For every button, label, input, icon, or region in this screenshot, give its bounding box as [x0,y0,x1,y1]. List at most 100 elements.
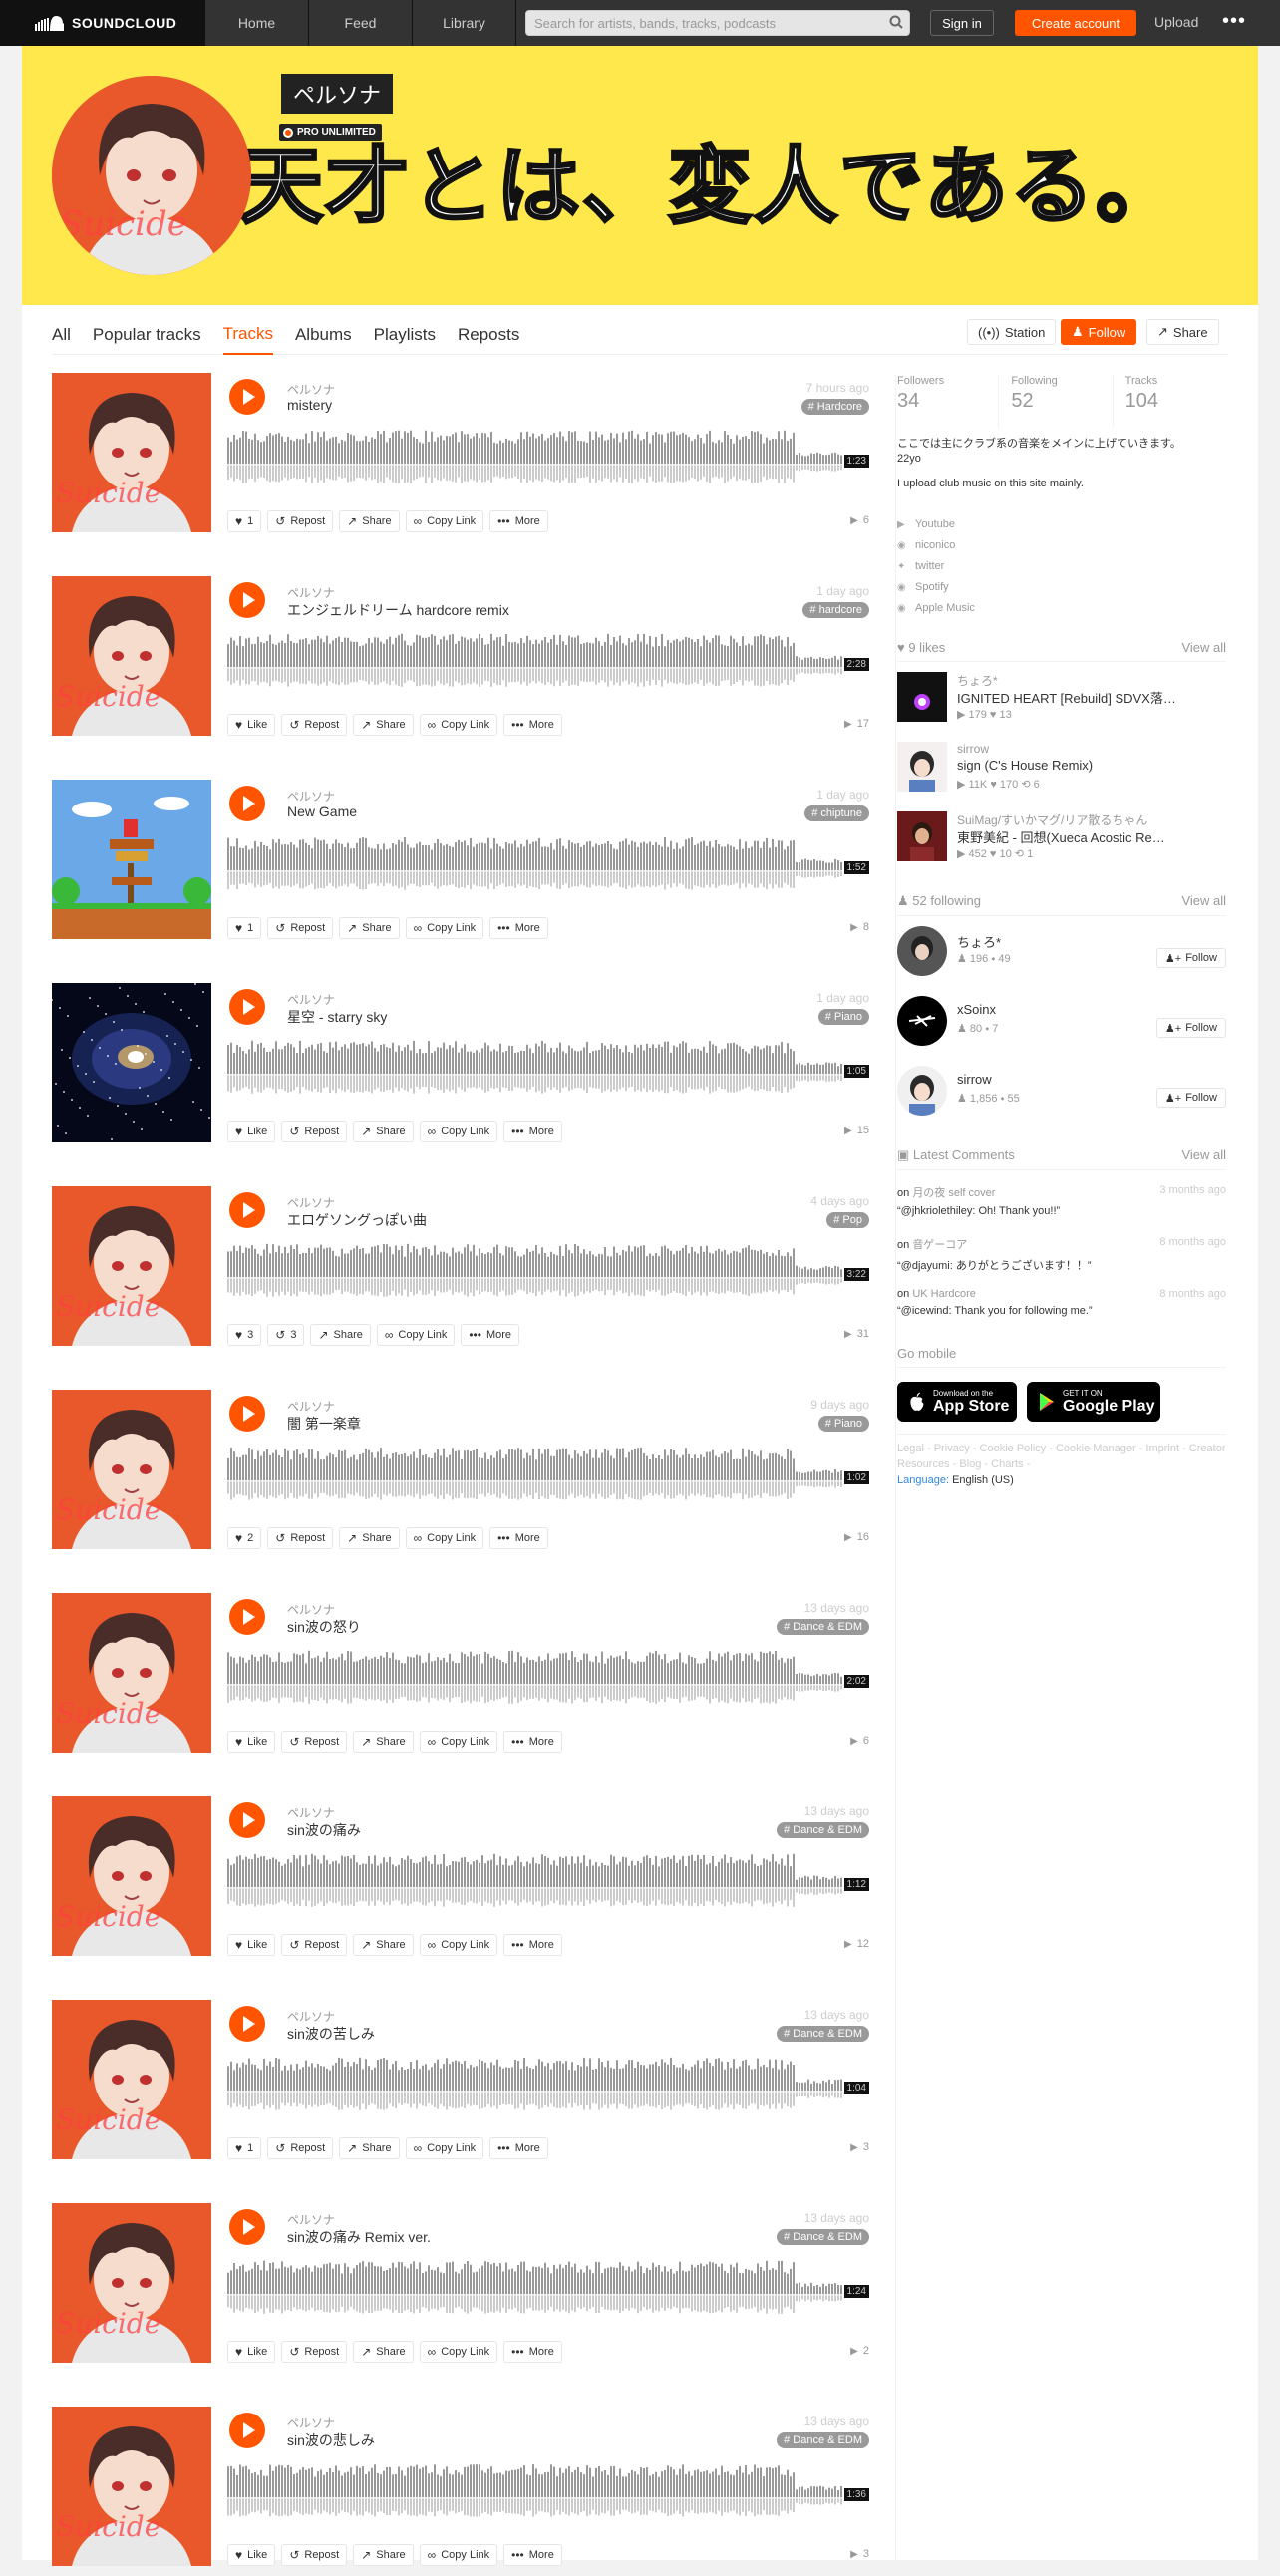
like-button[interactable]: ♥1 [227,510,261,532]
play-button[interactable] [229,2209,265,2245]
copy-link-button[interactable]: ∞Copy Link [420,1934,497,1956]
comment-track-link[interactable]: 月の夜 self cover [912,1187,995,1199]
genre-tag[interactable]: # Dance & EDM [777,2432,869,2448]
likes-view-all-link[interactable]: View all [1181,640,1226,655]
track-artist[interactable]: ペルソナ [287,584,335,601]
share-button[interactable]: ↗Share [353,1121,413,1142]
repost-button[interactable]: ↺Repost [281,2544,347,2566]
share-button[interactable]: ↗Share [353,2544,413,2566]
genre-tag[interactable]: # hardcore [802,602,869,618]
soundcloud-logo[interactable]: SOUNDCLOUD [0,0,205,46]
genre-tag[interactable]: # Piano [818,1009,869,1025]
waveform[interactable] [227,630,869,690]
more-button[interactable]: •••More [503,714,562,736]
track-artwork[interactable]: Suicide [52,2407,211,2566]
track-artist[interactable]: ペルソナ [287,381,335,398]
track-title[interactable]: sin波の苦しみ [287,2024,375,2044]
liked-track[interactable]: sirrow sign (C's House Remix) ▶ 11K ♥ 17… [897,742,1226,802]
liked-track-user[interactable]: sirrow [957,742,989,756]
genre-tag[interactable]: # Dance & EDM [777,1619,869,1635]
search-icon[interactable] [889,15,903,29]
tab-popular-tracks[interactable]: Popular tracks [93,315,201,355]
app-store-badge[interactable]: Download on the App Store [897,1382,1017,1422]
like-button[interactable]: ♥Like [227,2544,275,2566]
share-button[interactable]: ↗Share [353,714,413,736]
link-apple-music[interactable]: ◉Apple Music [897,597,1226,618]
repost-button[interactable]: ↺Repost [281,2341,347,2363]
track-artwork[interactable]: Suicide [52,2000,211,2159]
repost-button[interactable]: ↺Repost [281,1121,347,1142]
tab-tracks[interactable]: Tracks [223,315,273,355]
more-button[interactable]: •••More [503,2341,562,2363]
track-title[interactable]: mistery [287,397,332,413]
link-youtube[interactable]: ▶Youtube [897,513,1226,534]
repost-button[interactable]: ↺Repost [267,917,333,939]
play-button[interactable] [229,1802,265,1838]
play-button[interactable] [229,2006,265,2042]
more-button[interactable]: •••More [461,1324,519,1346]
following-view-all-link[interactable]: View all [1181,893,1226,909]
track-artist[interactable]: ペルソナ [287,1804,335,1821]
share-button[interactable]: ↗Share [339,510,399,532]
play-button[interactable] [229,786,265,821]
following-user[interactable]: xSoinx ♟ 80 ⬩ 7 ♟+Follow [897,996,1226,1056]
track-artwork[interactable] [52,780,211,939]
repost-button[interactable]: ↺3 [267,1324,304,1346]
share-button[interactable]: ↗Share [353,1731,413,1753]
more-button[interactable]: •••More [489,917,548,939]
copy-link-button[interactable]: ∞Copy Link [406,917,483,939]
more-button[interactable]: •••More [503,1731,562,1753]
create-account-button[interactable]: Create account [1015,10,1136,36]
comment-track-link[interactable]: 音ゲーコア [912,1239,967,1251]
copy-link-button[interactable]: ∞Copy Link [420,1121,497,1142]
share-button[interactable]: ↗Share [339,1527,399,1549]
waveform[interactable] [227,2460,869,2520]
repost-button[interactable]: ↺Repost [281,714,347,736]
liked-track-user[interactable]: SuiMag/すいかマグ/リア散るちゃん [957,811,1147,828]
follow-user-button[interactable]: ♟+Follow [1156,1088,1226,1108]
station-button[interactable]: ((•))Station [967,319,1056,345]
genre-tag[interactable]: # Pop [826,1212,869,1228]
share-button[interactable]: ↗Share [310,1324,370,1346]
copy-link-button[interactable]: ∞Copy Link [420,2544,497,2566]
copy-link-button[interactable]: ∞Copy Link [406,1527,483,1549]
copy-link-button[interactable]: ∞Copy Link [377,1324,455,1346]
track-artist[interactable]: ペルソナ [287,788,335,805]
more-button[interactable]: •••More [503,1121,562,1142]
nav-feed[interactable]: Feed [309,0,413,46]
track-artist[interactable]: ペルソナ [287,1194,335,1211]
track-artist[interactable]: ペルソナ [287,2415,335,2431]
waveform[interactable] [227,1444,869,1503]
copy-link-button[interactable]: ∞Copy Link [406,510,483,532]
track-title[interactable]: sin波の怒り [287,1617,361,1637]
genre-tag[interactable]: # chiptune [804,805,869,821]
like-button[interactable]: ♥Like [227,1731,275,1753]
following-user-name[interactable]: sirrow [957,1072,992,1087]
repost-button[interactable]: ↺Repost [267,1527,333,1549]
more-button[interactable]: •••More [489,1527,548,1549]
search-input[interactable]: Search for artists, bands, tracks, podca… [525,10,910,36]
track-artwork[interactable] [52,983,211,1142]
track-artwork[interactable]: Suicide [52,1593,211,1753]
liked-track-title[interactable]: IGNITED HEART [Rebuild] SDVX落… [957,688,1226,707]
sign-in-button[interactable]: Sign in [930,10,994,36]
track-artwork[interactable]: Suicide [52,1390,211,1549]
stat-tracks[interactable]: Tracks104 [1114,375,1226,427]
like-button[interactable]: ♥Like [227,2341,275,2363]
liked-track-title[interactable]: 東野美紀 - 回想(Xueca Acostic Re… [957,827,1226,846]
like-button[interactable]: ♥Like [227,714,275,736]
track-artwork[interactable]: Suicide [52,373,211,532]
link-twitter[interactable]: ✦twitter [897,555,1226,576]
track-title[interactable]: sin波の痛み [287,1820,361,1840]
nav-home[interactable]: Home [205,0,309,46]
genre-tag[interactable]: # Dance & EDM [777,1822,869,1838]
comment-track-link[interactable]: UK Hardcore [912,1288,976,1300]
like-button[interactable]: ♥2 [227,1527,261,1549]
genre-tag[interactable]: # Hardcore [801,399,869,415]
track-artist[interactable]: ペルソナ [287,1601,335,1618]
play-button[interactable] [229,1396,265,1432]
track-title[interactable]: sin波の悲しみ [287,2430,375,2450]
track-title[interactable]: 闇 第一楽章 [287,1414,361,1434]
following-user-name[interactable]: ちょろ* [957,932,1001,951]
like-button[interactable]: ♥Like [227,1934,275,1956]
